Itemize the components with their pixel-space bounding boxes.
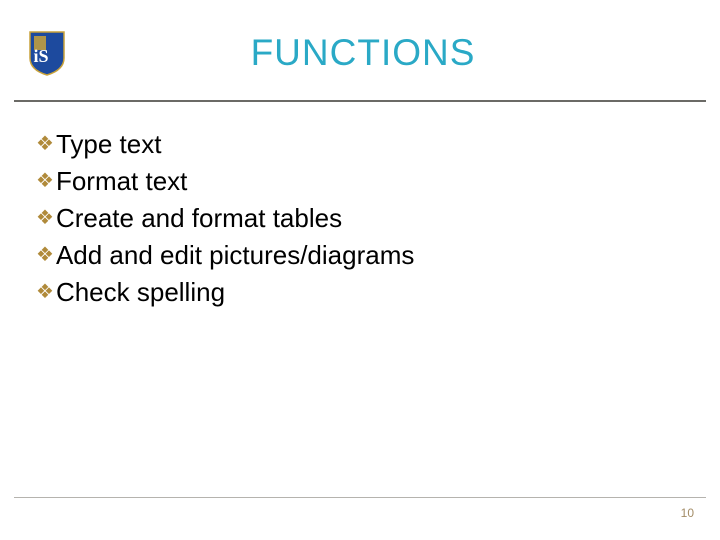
bullet-list: ❖ Type text ❖ Format text ❖ Create and f…: [36, 126, 692, 311]
page-number: 10: [681, 506, 694, 520]
slide-title: FUNCTIONS: [84, 32, 692, 74]
svg-text:iS: iS: [33, 46, 48, 66]
list-item: ❖ Add and edit pictures/diagrams: [36, 237, 692, 274]
list-item: ❖ Format text: [36, 163, 692, 200]
list-item: ❖ Type text: [36, 126, 692, 163]
slide: iS FUNCTIONS ❖ Type text ❖ Format text ❖…: [0, 0, 720, 540]
shield-logo-icon: iS: [28, 30, 66, 76]
slide-header: iS FUNCTIONS: [28, 30, 692, 88]
list-item: ❖ Check spelling: [36, 274, 692, 311]
list-item-text: Type text: [56, 126, 162, 163]
footer-divider: [14, 497, 706, 498]
diamond-bullet-icon: ❖: [36, 282, 54, 302]
list-item-text: Create and format tables: [56, 200, 342, 237]
diamond-bullet-icon: ❖: [36, 208, 54, 228]
list-item-text: Format text: [56, 163, 187, 200]
diamond-bullet-icon: ❖: [36, 134, 54, 154]
diamond-bullet-icon: ❖: [36, 171, 54, 191]
diamond-bullet-icon: ❖: [36, 245, 54, 265]
list-item-text: Add and edit pictures/diagrams: [56, 237, 414, 274]
header-divider: [14, 100, 706, 102]
list-item: ❖ Create and format tables: [36, 200, 692, 237]
list-item-text: Check spelling: [56, 274, 225, 311]
